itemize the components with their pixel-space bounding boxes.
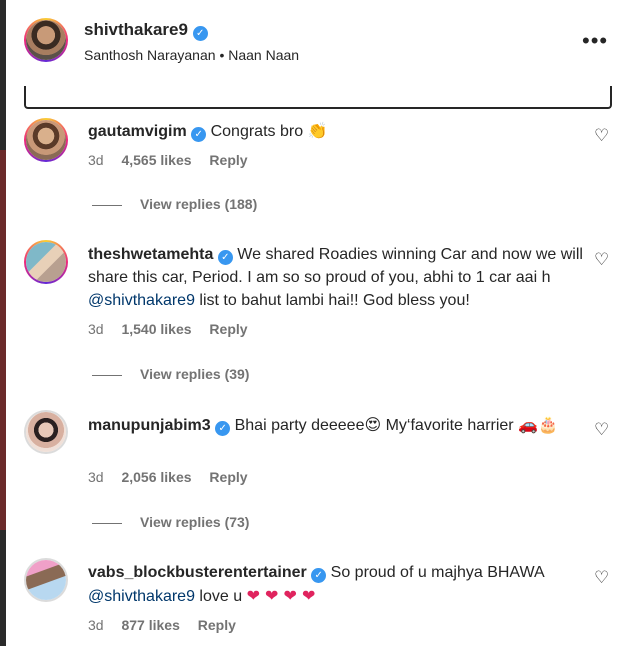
comment-username[interactable]: theshwetamehta (88, 246, 213, 263)
comment-item: manupunjabim3 ✓ Bhai party deeeee😍 My‘fa… (6, 406, 620, 536)
like-heart-icon[interactable]: ♡ (594, 250, 609, 270)
comment-username[interactable]: vabs_blockbusterentertainer (88, 564, 307, 581)
post-author-row: shivthakare9 ✓ (84, 20, 208, 41)
like-heart-icon[interactable]: ♡ (594, 568, 609, 588)
car-cake-emoji: 🚗🎂 (518, 415, 558, 434)
comment-meta: 3d 4,565 likes Reply (88, 152, 262, 168)
verified-badge-icon: ✓ (192, 26, 208, 41)
comment-age[interactable]: 3d (88, 469, 104, 485)
comment-likes[interactable]: 1,540 likes (121, 321, 191, 337)
comment-username[interactable]: manupunjabim3 (88, 417, 211, 434)
audio-title[interactable]: Naan Naan (228, 47, 299, 63)
comment-body: So proud of u majhya BHAWA (330, 564, 544, 581)
comment-meta: 3d 1,540 likes Reply (88, 321, 262, 337)
post-author-avatar[interactable] (24, 18, 68, 62)
view-replies-button[interactable]: View replies (39) (92, 366, 249, 382)
verified-badge-icon: ✓ (191, 127, 207, 142)
heart-eyes-emoji: 😍 (364, 415, 382, 434)
comment-item: vabs_blockbusterentertainer ✓ So proud o… (6, 554, 620, 646)
verified-badge-icon: ✓ (311, 568, 327, 583)
comment-body-continued: My‘favorite harrier (381, 417, 519, 434)
comment-age[interactable]: 3d (88, 152, 104, 168)
audio-attribution[interactable]: Santhosh Narayanan • Naan Naan (84, 47, 299, 63)
comment-text: theshwetamehta ✓ We shared Roadies winni… (88, 243, 584, 312)
comment-item: theshwetamehta ✓ We shared Roadies winni… (6, 236, 620, 396)
comment-likes[interactable]: 877 likes (121, 617, 179, 633)
comment-age[interactable]: 3d (88, 617, 104, 633)
comment-likes[interactable]: 2,056 likes (121, 469, 191, 485)
comment-body-continued: love u (194, 588, 247, 605)
comment-body-continued: list to bahut lambi hai!! God bless you! (194, 292, 470, 309)
reply-button[interactable]: Reply (209, 152, 247, 168)
reply-button[interactable]: Reply (198, 617, 236, 633)
comment-body: Bhai party deeeee (234, 417, 365, 434)
audio-artist[interactable]: Santhosh Narayanan (84, 47, 216, 63)
comment-avatar[interactable] (24, 558, 68, 602)
comment-avatar[interactable] (24, 240, 68, 284)
view-replies-label: View replies (73) (140, 514, 250, 530)
replies-divider (92, 204, 122, 206)
post-author-username[interactable]: shivthakare9 (84, 20, 188, 39)
view-replies-button[interactable]: View replies (188) (92, 196, 257, 212)
view-replies-label: View replies (188) (140, 196, 258, 212)
comment-avatar[interactable] (24, 410, 68, 454)
post-header: shivthakare9 ✓ Santhosh Narayanan • Naan… (6, 0, 620, 86)
caption-box-edge (24, 86, 612, 109)
like-heart-icon[interactable]: ♡ (594, 420, 609, 440)
comment-age[interactable]: 3d (88, 321, 104, 337)
mention-link[interactable]: @shivthakare9 (88, 292, 195, 309)
replies-divider (92, 522, 122, 524)
comments-panel: shivthakare9 ✓ Santhosh Narayanan • Naan… (6, 0, 620, 646)
comment-meta: 3d 877 likes Reply (88, 617, 250, 633)
comment-item: gautamvigim ✓ Congrats bro 👏 ♡ 3d 4,565 … (6, 112, 620, 226)
comment-username[interactable]: gautamvigim (88, 123, 187, 140)
view-replies-button[interactable]: View replies (73) (92, 514, 249, 530)
comment-text: manupunjabim3 ✓ Bhai party deeeee😍 My‘fa… (88, 413, 584, 437)
replies-divider (92, 374, 122, 376)
reply-button[interactable]: Reply (209, 321, 247, 337)
like-heart-icon[interactable]: ♡ (594, 126, 609, 146)
more-options-icon[interactable]: ••• (582, 28, 608, 54)
reply-button[interactable]: Reply (209, 469, 247, 485)
clapping-hands-emoji: 👏 (307, 121, 328, 140)
comment-meta: 3d 2,056 likes Reply (88, 469, 262, 485)
view-replies-label: View replies (39) (140, 366, 250, 382)
verified-badge-icon: ✓ (215, 421, 231, 436)
comment-body: Congrats bro (210, 123, 304, 140)
comment-avatar[interactable] (24, 118, 68, 162)
comment-text: gautamvigim ✓ Congrats bro 👏 (88, 119, 584, 143)
verified-badge-icon: ✓ (217, 250, 233, 265)
audio-separator: • (219, 47, 225, 63)
comment-likes[interactable]: 4,565 likes (121, 152, 191, 168)
red-hearts-emoji: ❤ ❤ ❤ ❤ (246, 586, 316, 605)
comment-text: vabs_blockbusterentertainer ✓ So proud o… (88, 561, 584, 608)
mention-link[interactable]: @shivthakare9 (88, 588, 195, 605)
